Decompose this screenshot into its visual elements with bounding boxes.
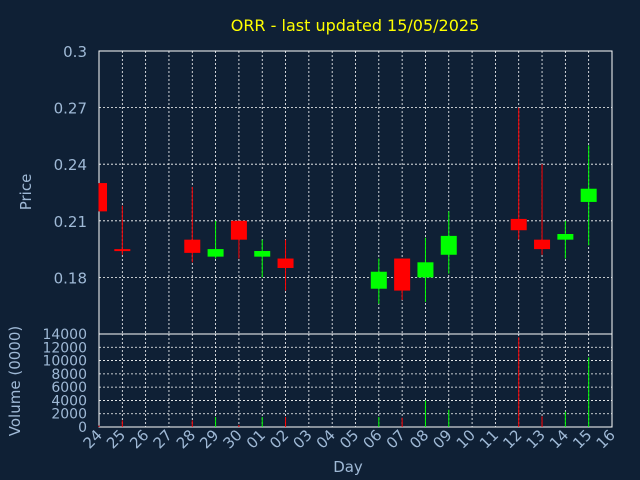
x-axis-label: Day <box>333 458 363 476</box>
candle-body <box>557 234 574 240</box>
chart: ORR - last updated 15/05/2025 0.3 0.27 0.2… <box>0 0 640 480</box>
candle-body <box>580 188 597 202</box>
candle-body <box>417 262 434 278</box>
candle-body <box>534 239 551 250</box>
chart-title: ORR - last updated 15/05/2025 <box>231 16 480 35</box>
candle-body <box>394 258 411 291</box>
price-tick-label: 0.21 <box>54 213 87 231</box>
price-axis-label: Price <box>17 174 35 211</box>
candle-body <box>230 220 247 240</box>
price-tick-label: 0.24 <box>54 156 87 174</box>
price-tick-label: 0.18 <box>54 269 87 287</box>
candle-body <box>440 235 457 255</box>
candle-body <box>99 183 107 212</box>
volume-axis-label: Volume (0000) <box>6 326 24 436</box>
price-tick-label: 0.3 <box>63 43 87 61</box>
candle-body <box>254 250 271 257</box>
candle-body <box>114 249 131 252</box>
x-axis-labels: 2425262728293001020304050607080910111213… <box>80 426 619 452</box>
candle-body <box>277 258 294 268</box>
price-tick-label: 0.27 <box>54 100 87 118</box>
candle-body <box>370 271 387 289</box>
candle-body <box>510 218 527 231</box>
candle-body <box>184 239 201 253</box>
candle-body <box>207 249 224 257</box>
